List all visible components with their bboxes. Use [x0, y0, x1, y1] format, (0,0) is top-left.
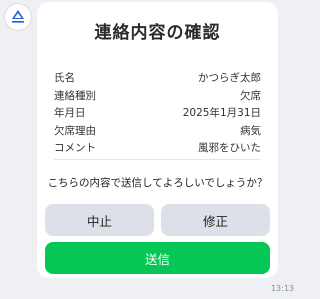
detail-value: 風邪をひいた	[198, 142, 261, 155]
detail-value: かつらぎ太郎	[198, 72, 261, 85]
detail-label: 連絡種別	[54, 89, 96, 102]
send-button[interactable]: 送信	[45, 242, 270, 274]
detail-value: 病気	[240, 124, 261, 137]
detail-value: 2025年1月31日	[182, 107, 261, 120]
detail-row-absence-reason: 欠席理由 病気	[54, 122, 261, 140]
detail-row-comment: コメント 風邪をひいた	[54, 139, 261, 157]
message-timestamp: 13:13	[270, 284, 294, 293]
detail-row-date: 年月日 2025年1月31日	[54, 104, 261, 122]
detail-label: コメント	[54, 142, 96, 155]
dialog-title: 連絡内容の確認	[94, 23, 221, 43]
details-list: 氏名 かつらぎ太郎 連絡種別 欠席 年月日 2025年1月31日 欠席理由 病気…	[54, 69, 261, 157]
detail-label: 年月日	[54, 107, 86, 120]
avatar[interactable]	[5, 4, 31, 30]
municipal-emblem-icon	[12, 10, 24, 23]
confirmation-card: 連絡内容の確認 氏名 かつらぎ太郎 連絡種別 欠席 年月日 2025年1月31日…	[37, 2, 278, 278]
edit-button[interactable]: 修正	[161, 204, 270, 236]
detail-row-name: 氏名 かつらぎ太郎	[54, 69, 261, 87]
cancel-button[interactable]: 中止	[45, 204, 154, 236]
divider	[54, 159, 261, 160]
detail-label: 氏名	[54, 72, 75, 85]
detail-value: 欠席	[240, 89, 261, 102]
detail-label: 欠席理由	[54, 124, 96, 137]
detail-row-contact-type: 連絡種別 欠席	[54, 87, 261, 105]
confirmation-question: こちらの内容で送信してよろしいでしょうか？	[47, 177, 268, 189]
